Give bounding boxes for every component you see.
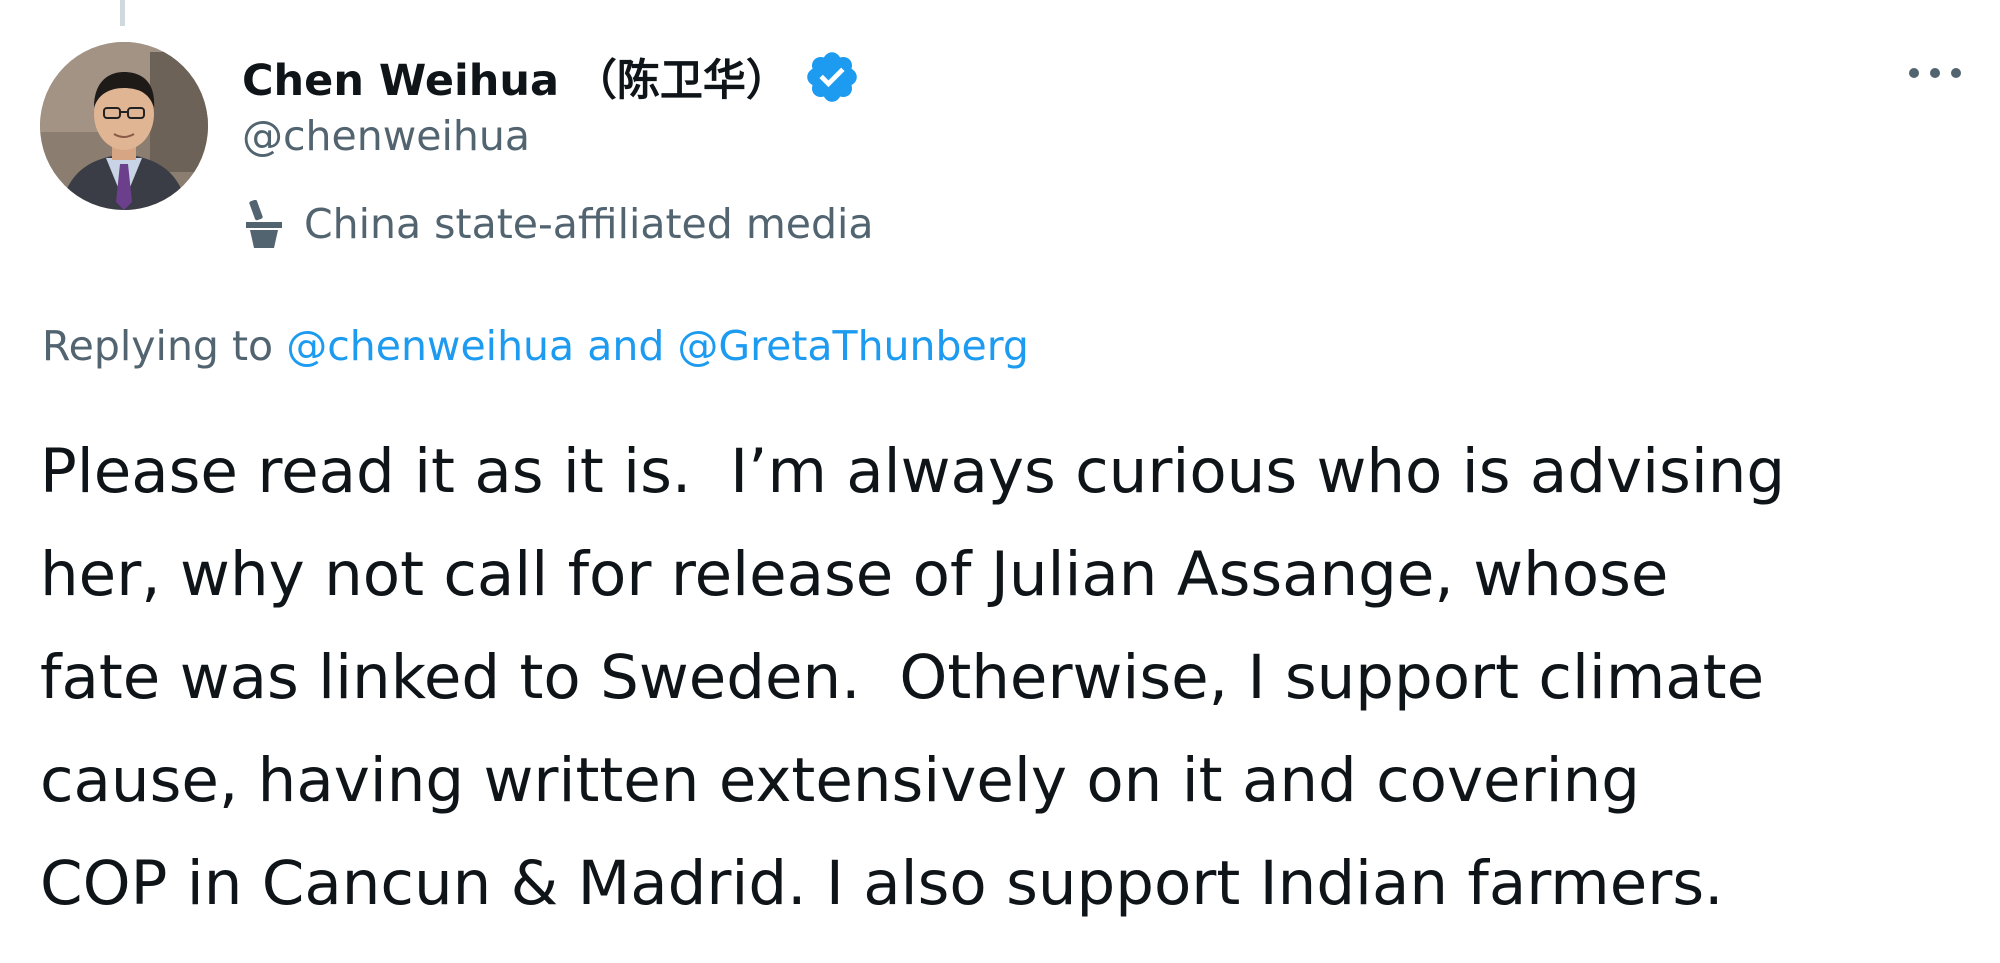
avatar[interactable] bbox=[40, 42, 208, 210]
tweet-text-line: COP in Cancun & Madrid. I also support I… bbox=[40, 848, 1724, 919]
verified-badge-icon bbox=[807, 52, 857, 102]
author-name-row[interactable]: Chen Weihua （陈卫华） bbox=[242, 40, 861, 114]
more-options-icon bbox=[1909, 68, 1961, 78]
avatar-photo-icon bbox=[40, 42, 208, 210]
mention-link-chenweihua[interactable]: @chenweihua bbox=[286, 322, 574, 370]
tweet-text-line: cause, having written extensively on it … bbox=[40, 745, 1640, 816]
mention-joiner: and bbox=[574, 322, 678, 370]
author-display-name[interactable]: Chen Weihua （陈卫华） bbox=[242, 46, 789, 108]
more-options-button[interactable] bbox=[1900, 48, 1970, 98]
thread-connector-line bbox=[120, 0, 125, 26]
tweet-text: Please read it as it is. I’m always curi… bbox=[40, 420, 1990, 935]
replying-to-prefix: Replying to bbox=[42, 322, 287, 370]
podium-icon bbox=[246, 200, 282, 248]
affiliation-text: China state-affiliated media bbox=[304, 200, 874, 248]
replying-to-line: Replying to @chenweihua and @GretaThunbe… bbox=[42, 322, 1029, 370]
tweet-text-line: fate was linked to Sweden. Otherwise, I … bbox=[40, 642, 1765, 713]
mention-link-gretathunberg[interactable]: @GretaThunberg bbox=[677, 322, 1029, 370]
author-handle[interactable]: @chenweihua bbox=[242, 112, 530, 160]
tweet-text-line: her, why not call for release of Julian … bbox=[40, 539, 1669, 610]
tweet-text-line: Please read it as it is. I’m always curi… bbox=[40, 436, 1786, 507]
state-affiliation-label[interactable]: China state-affiliated media bbox=[242, 196, 874, 252]
